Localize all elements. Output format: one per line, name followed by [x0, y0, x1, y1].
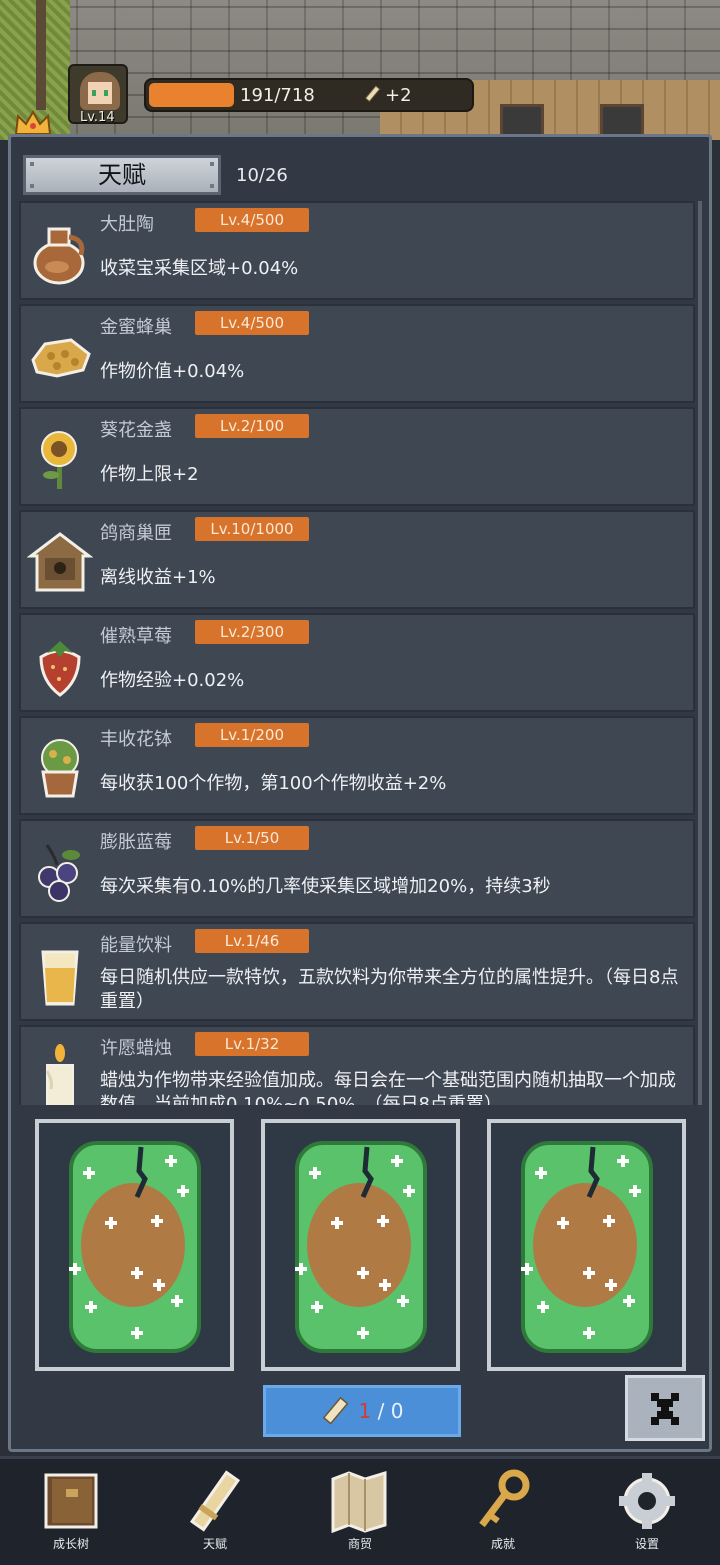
talent-name: 能量饮料 — [100, 935, 172, 956]
talent-card-back[interactable] — [35, 1119, 234, 1371]
talent-item[interactable]: 丰收花钵 Lv.1/200 每收获100个作物，第100个作物收益+2% — [19, 716, 695, 815]
talent-level-badge: Lv.1/32 — [195, 1032, 309, 1056]
gear-icon — [619, 1473, 675, 1529]
talent-level-badge: Lv.4/500 — [195, 208, 309, 232]
talent-item[interactable]: 许愿蜡烛 Lv.1/32 蜡烛为作物带来经验值加成。每日会在一个基础范围内随机抽… — [19, 1025, 695, 1105]
nav-achievement[interactable]: 成就 — [448, 1469, 558, 1564]
birdhouse-icon — [27, 532, 93, 592]
talent-list[interactable]: 大肚陶 Lv.4/500 收菜宝采集区域+0.04% 金蜜蜂巢 Lv.4/500… — [19, 201, 699, 1105]
jug-icon — [33, 227, 85, 285]
talent-desc: 每收获100个作物，第100个作物收益+2% — [100, 773, 447, 794]
nav-settings[interactable]: 设置 — [592, 1469, 702, 1564]
talent-desc: 作物经验+0.02% — [100, 670, 245, 691]
tab-talent-label: 天赋 — [98, 161, 146, 189]
scroll-icon — [364, 85, 381, 103]
talent-level-badge: Lv.10/1000 — [195, 517, 309, 541]
scroll-icon — [322, 1396, 349, 1425]
talent-name: 丰收花钵 — [100, 729, 172, 750]
book-icon — [44, 1473, 98, 1529]
talent-desc: 收菜宝采集区域+0.04% — [100, 258, 299, 279]
flowerpot-icon — [41, 739, 79, 798]
talent-desc: 离线收益+1% — [100, 567, 216, 588]
candle-icon — [45, 1044, 74, 1105]
talent-desc: 作物价值+0.04% — [100, 361, 245, 382]
honeycomb-icon — [31, 338, 91, 378]
talent-item[interactable]: 大肚陶 Lv.4/500 收菜宝采集区域+0.04% — [19, 201, 695, 300]
close-button[interactable] — [625, 1375, 705, 1441]
talent-card-back[interactable] — [261, 1119, 460, 1371]
talent-level-badge: Lv.1/50 — [195, 826, 309, 850]
talent-name: 许愿蜡烛 — [100, 1038, 172, 1059]
talent-level-badge: Lv.2/300 — [195, 620, 309, 644]
talent-panel: 天赋 10/26 大肚陶 Lv.4/500 收菜宝采集区域+0.04% 金蜜蜂巢… — [8, 134, 712, 1452]
talent-name: 大肚陶 — [100, 214, 154, 235]
strawberry-icon — [39, 641, 81, 697]
talent-item[interactable]: 鸽商巢匣 Lv.10/1000 离线收益+1% — [19, 510, 695, 609]
player-level: Lv.14 — [80, 110, 115, 125]
card-pattern-icon — [69, 1141, 201, 1353]
talent-item[interactable]: 催熟草莓 Lv.2/300 作物经验+0.02% — [19, 613, 695, 712]
talent-level-badge: Lv.2/100 — [195, 414, 309, 438]
talent-name: 膨胀蓝莓 — [100, 832, 172, 853]
talent-desc: 每次采集有0.10%的几率使采集区域增加20%，持续3秒 — [100, 876, 551, 897]
drink-icon — [41, 950, 79, 1006]
map-icon — [331, 1470, 387, 1533]
talent-card-back[interactable] — [487, 1119, 686, 1371]
talent-progress: 10/26 — [236, 165, 288, 186]
nav-talent[interactable]: 天赋 — [160, 1469, 270, 1564]
talent-item[interactable]: 能量饮料 Lv.1/46 每日随机供应一款特饮，五款饮料为你带来全方位的属性提升… — [19, 922, 695, 1021]
close-icon — [651, 1393, 679, 1425]
nav-trade[interactable]: 商贸 — [305, 1469, 415, 1564]
talent-name: 葵花金盏 — [100, 420, 172, 441]
scroll-counter: +2 — [364, 85, 412, 106]
talent-item[interactable]: 金蜜蜂巢 Lv.4/500 作物价值+0.04% — [19, 304, 695, 403]
card-pattern-icon — [295, 1141, 427, 1353]
talent-name: 金蜜蜂巢 — [100, 317, 172, 338]
talent-level-badge: Lv.1/46 — [195, 929, 309, 953]
talent-level-badge: Lv.4/500 — [195, 311, 309, 335]
xp-text: 191/718 — [240, 85, 315, 106]
nav-growth-tree[interactable]: 成长树 — [16, 1469, 126, 1564]
xp-bar-fill — [149, 83, 234, 107]
bottom-nav: 成长树 天赋 商贸 成就 设置 — [0, 1456, 720, 1565]
talent-level-badge: Lv.1/200 — [195, 723, 309, 747]
talent-name: 催熟草莓 — [100, 626, 172, 647]
sunflower-icon — [41, 431, 77, 489]
talent-list-scrollbar[interactable] — [698, 201, 702, 1105]
talent-item[interactable]: 葵花金盏 Lv.2/100 作物上限+2 — [19, 407, 695, 506]
tab-talent[interactable]: 天赋 — [23, 155, 221, 195]
talent-desc: 每日随机供应一款特饮，五款饮料为你带来全方位的属性提升。（每日8点重置） — [100, 967, 679, 1012]
card-pattern-icon — [521, 1141, 653, 1353]
talent-name: 鸽商巢匣 — [100, 523, 172, 544]
talent-desc: 蜡烛为作物带来经验值加成。每日会在一个基础范围内随机抽取一个加成数值，当前加成0… — [100, 1070, 676, 1105]
key-icon — [479, 1469, 530, 1528]
talent-item[interactable]: 膨胀蓝莓 Lv.1/50 每次采集有0.10%的几率使采集区域增加20%，持续3… — [19, 819, 695, 918]
xp-bar: 191/718 +2 — [144, 78, 474, 112]
draw-talent-button[interactable]: 1 / 0 — [263, 1385, 461, 1437]
blueberry-icon — [38, 844, 80, 902]
player-hud: Lv.14 191/718 +2 — [68, 64, 474, 125]
talent-desc: 作物上限+2 — [100, 464, 199, 485]
scroll-icon — [189, 1470, 241, 1532]
